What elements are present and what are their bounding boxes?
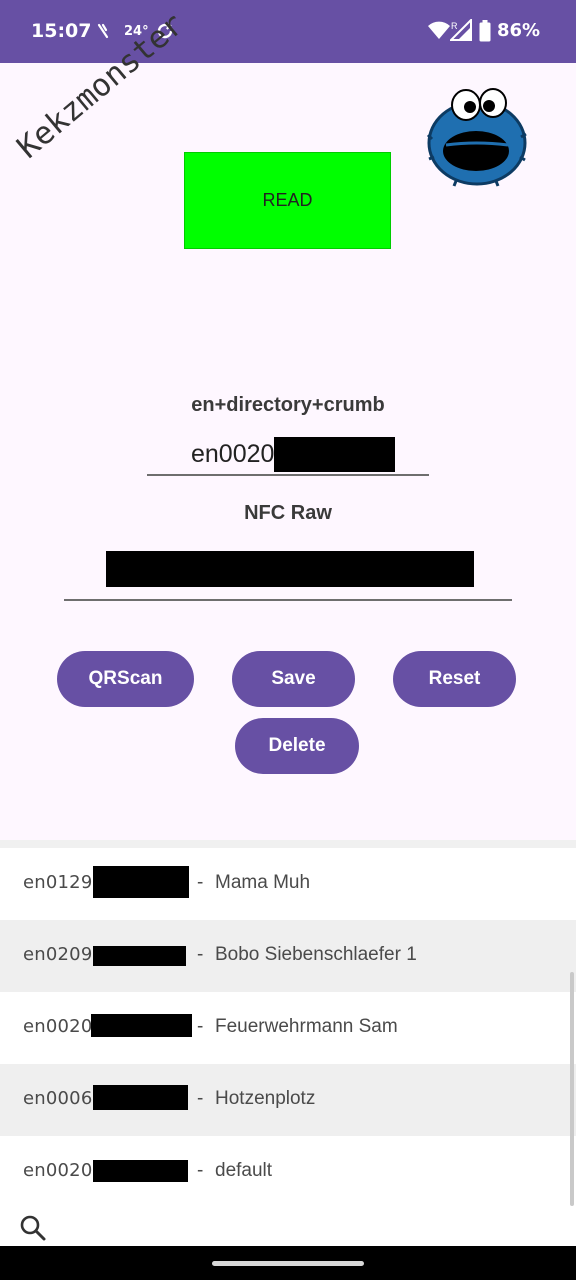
list-item-name: Mama Muh <box>215 872 311 893</box>
list-divider <box>0 840 576 848</box>
save-button[interactable]: Save <box>232 651 355 707</box>
system-nav-bar <box>0 1246 576 1280</box>
list-item[interactable]: en0020 - default <box>0 1136 576 1208</box>
list-item-separator: - <box>197 1088 204 1109</box>
svg-text:R: R <box>451 21 458 31</box>
status-time: 15:07 <box>31 20 92 42</box>
redacted-block <box>93 866 189 898</box>
list-item[interactable]: en0129 - Mama Muh <box>0 848 576 920</box>
list-item-id: en0209 <box>23 944 93 965</box>
list-item-separator: - <box>197 944 204 965</box>
redacted-block <box>93 946 186 966</box>
search-icon[interactable] <box>19 1214 47 1246</box>
id-field-value: en0020 <box>191 440 275 468</box>
search-bar <box>0 1206 576 1246</box>
list-item-id: en0129 <box>23 872 93 893</box>
id-label: en+directory+crumb <box>191 394 385 416</box>
cookie-monster-icon <box>426 87 528 187</box>
list-item-name: default <box>215 1160 273 1181</box>
redacted-block <box>91 1014 192 1037</box>
list-item-id: en0006 <box>23 1088 93 1109</box>
delete-button[interactable]: Delete <box>235 718 359 774</box>
list-item[interactable]: en0006 - Hotzenplotz <box>0 1064 576 1136</box>
read-button[interactable]: READ <box>184 152 391 249</box>
list-item-separator: - <box>197 1160 204 1181</box>
reset-button[interactable]: Reset <box>393 651 516 707</box>
qrscan-button[interactable]: QRScan <box>57 651 194 707</box>
redacted-block <box>106 551 474 587</box>
battery-icon <box>479 20 491 46</box>
app-screen: 15:07 24° R 86% Kekzmonster READ en+dire… <box>0 0 576 1280</box>
list-item-separator: - <box>197 872 204 893</box>
wifi-icon <box>427 20 451 44</box>
home-gesture-handle[interactable] <box>212 1261 364 1266</box>
redacted-block <box>93 1085 188 1110</box>
list-item[interactable]: en0020 - Feuerwehrmann Sam <box>0 992 576 1064</box>
list-item-id: en0020 <box>23 1160 93 1181</box>
status-bar: 15:07 24° R 86% <box>0 0 576 63</box>
signal-icon: R <box>448 17 472 45</box>
battery-percent: 86% <box>497 20 541 41</box>
tag-list: en0129 - Mama Muh en0209 - Bobo Siebensc… <box>0 840 576 1246</box>
list-item-separator: - <box>197 1016 204 1037</box>
nfc-raw-underline <box>64 599 512 601</box>
list-scrollbar[interactable] <box>570 972 574 1206</box>
id-field-underline <box>147 474 429 476</box>
notification-icon <box>96 22 110 44</box>
list-item[interactable]: en0209 - Bobo Siebenschlaefer 1 <box>0 920 576 992</box>
list-item-name: Feuerwehrmann Sam <box>215 1016 398 1037</box>
list-item-id: en0020 <box>23 1016 93 1037</box>
nfc-label: NFC Raw <box>244 502 332 524</box>
list-item-name: Bobo Siebenschlaefer 1 <box>215 944 417 965</box>
redacted-block <box>274 437 395 472</box>
list-item-name: Hotzenplotz <box>215 1088 316 1109</box>
redacted-block <box>93 1160 188 1182</box>
id-field[interactable]: en0020 <box>191 440 274 469</box>
